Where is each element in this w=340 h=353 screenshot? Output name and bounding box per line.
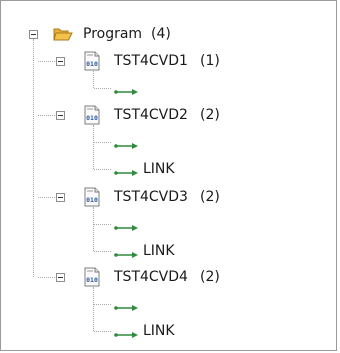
tree-guide-line xyxy=(94,142,111,143)
tree-guide-line xyxy=(94,251,111,252)
tree-guide-line xyxy=(93,125,94,169)
collapse-toggle[interactable] xyxy=(56,273,65,282)
svg-text:010: 010 xyxy=(86,60,98,68)
tree-root-label[interactable]: Program xyxy=(83,25,142,43)
arrow-icon xyxy=(113,220,139,231)
open-folder-icon xyxy=(53,26,73,42)
tree-guide-line xyxy=(93,71,94,88)
tree-guide-line xyxy=(38,197,55,198)
tree-guide-line xyxy=(38,61,55,62)
svg-text:010: 010 xyxy=(86,196,98,204)
svg-text:010: 010 xyxy=(86,276,98,284)
tree-node-count: (2) xyxy=(200,269,220,285)
arrow-icon xyxy=(113,165,139,176)
tree-item-label[interactable]: LINK xyxy=(143,160,175,178)
collapse-toggle[interactable] xyxy=(56,111,65,120)
arrow-icon xyxy=(113,300,139,311)
arrow-icon xyxy=(113,84,139,95)
tree-guide-line xyxy=(94,331,111,332)
tree-view[interactable]: Program (4) 010 TST4CVD1 (1) 010 TST4CVD2 (2) LI… xyxy=(1,1,338,352)
tree-guide-line xyxy=(94,88,111,89)
svg-text:010: 010 xyxy=(86,114,98,122)
tree-item-label[interactable]: LINK xyxy=(143,242,175,260)
tree-node-label[interactable]: TST4CVD3 xyxy=(114,188,188,206)
tree-guide-line xyxy=(33,39,34,277)
binary-file-icon: 010 xyxy=(84,267,100,287)
tree-node-label[interactable]: TST4CVD2 xyxy=(114,106,188,124)
tree-guide-line xyxy=(38,277,55,278)
collapse-toggle[interactable] xyxy=(29,30,38,39)
tree-item-label[interactable]: LINK xyxy=(143,322,175,340)
tree-guide-line xyxy=(94,169,111,170)
tree-guide-line xyxy=(93,287,94,331)
collapse-toggle[interactable] xyxy=(56,193,65,202)
tree-node-count: (2) xyxy=(200,107,220,123)
tree-guide-line xyxy=(94,224,111,225)
tree-root-count: (4) xyxy=(151,26,171,42)
tree-node-count: (2) xyxy=(200,189,220,205)
tree-node-count: (1) xyxy=(200,53,220,69)
tree-guide-line xyxy=(93,207,94,251)
tree-guide-line xyxy=(94,304,111,305)
tree-node-label[interactable]: TST4CVD4 xyxy=(114,268,188,286)
arrow-icon xyxy=(113,247,139,258)
tree-panel: Program (4) 010 TST4CVD1 (1) 010 TST4CVD2 (2) LI… xyxy=(0,0,337,351)
tree-node-label[interactable]: TST4CVD1 xyxy=(114,52,188,70)
arrow-icon xyxy=(113,138,139,149)
binary-file-icon: 010 xyxy=(84,105,100,125)
collapse-toggle[interactable] xyxy=(56,57,65,66)
tree-guide-line xyxy=(38,115,55,116)
binary-file-icon: 010 xyxy=(84,187,100,207)
binary-file-icon: 010 xyxy=(84,51,100,71)
arrow-icon xyxy=(113,327,139,338)
